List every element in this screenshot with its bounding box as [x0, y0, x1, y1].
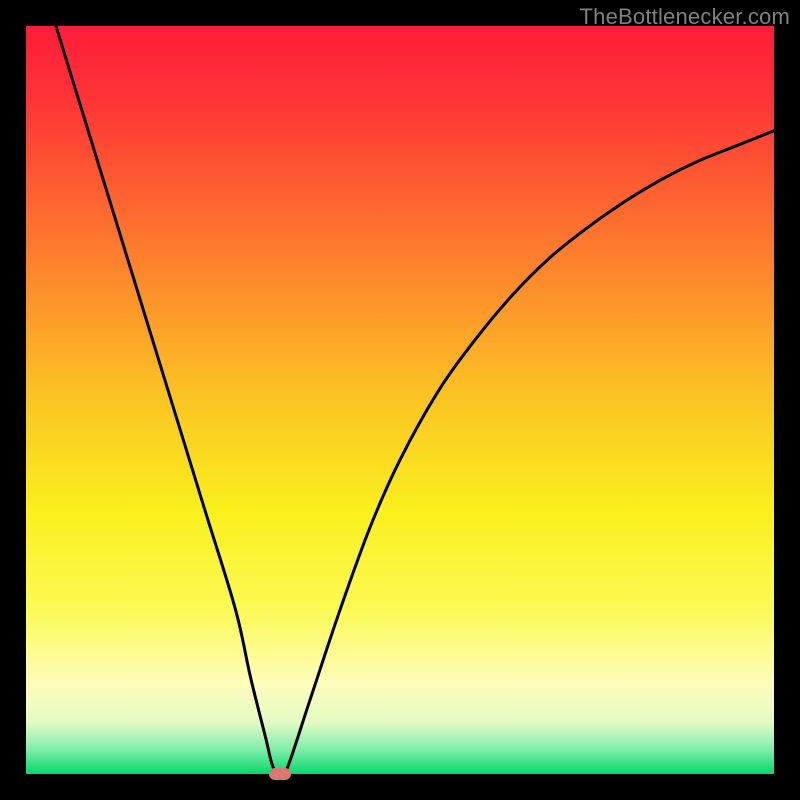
chart-svg [26, 26, 774, 774]
watermark-text: TheBottlenecker.com [580, 4, 790, 30]
chart-frame: TheBottlenecker.com [0, 0, 800, 800]
optimal-point-marker [269, 768, 291, 780]
plot-area [26, 26, 774, 774]
gradient-background [26, 26, 774, 774]
